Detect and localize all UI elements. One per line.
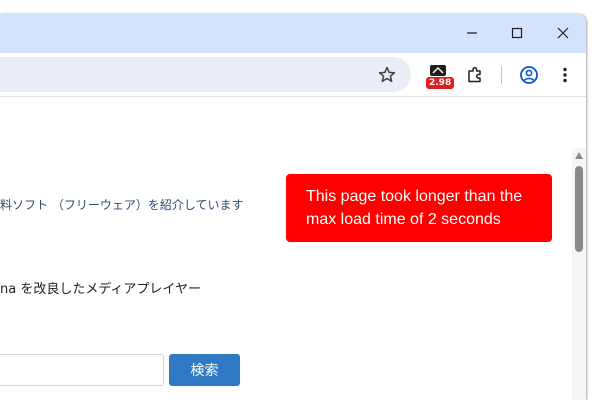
browser-toolbar: 2.98 [0,53,586,97]
load-time-warning: This page took longer than the max load … [286,174,552,242]
address-bar[interactable] [0,57,411,92]
close-icon [557,27,569,39]
puzzle-icon [468,66,481,83]
toolbar-divider [501,66,502,84]
extensions-menu-button[interactable] [465,65,485,85]
bookmark-star-button[interactable] [377,65,397,85]
extension-badge: 2.98 [426,77,455,89]
browser-menu-button[interactable] [555,65,575,85]
load-time-warning-text: This page took longer than the max load … [306,188,523,228]
extension-button[interactable]: 2.98 [424,64,455,90]
search-input[interactable] [0,354,164,386]
minimize-button[interactable] [460,23,484,43]
close-button[interactable] [551,23,575,43]
scrollbar-thumb[interactable] [575,166,583,252]
title-bar [0,14,586,53]
scrollbar[interactable] [572,148,586,400]
search-button[interactable]: 検索 [169,354,240,386]
maximize-icon [511,27,523,39]
kebab-menu-icon [563,67,567,83]
profile-button[interactable] [519,65,539,85]
scroll-up-arrow[interactable] [575,152,583,159]
extension-icon [430,65,446,76]
star-icon [378,66,396,83]
profile-icon [520,66,538,84]
minimize-icon [467,32,477,34]
site-description: 料ソフト （フリーウェア）を紹介しています [0,198,244,212]
maximize-button[interactable] [505,23,529,43]
article-snippet: na を改良したメディアプレイヤー [0,282,202,297]
